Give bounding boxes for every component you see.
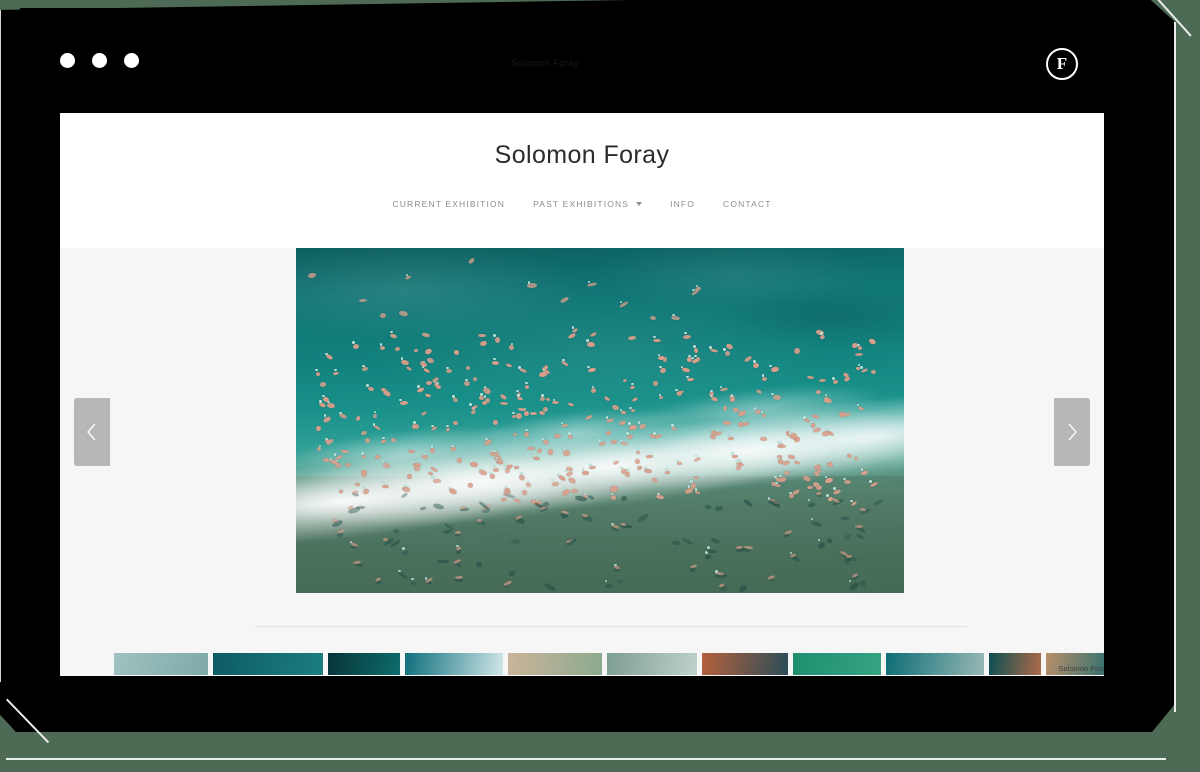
nav-item-info[interactable]: INFO bbox=[656, 199, 709, 209]
site-header: Solomon Foray CURRENT EXHIBITION PAST EX… bbox=[60, 113, 1104, 248]
browser-titlebar: Solomon Foray F bbox=[20, 8, 1104, 113]
thumb-1[interactable] bbox=[114, 653, 208, 675]
nav-item-current-exhibition[interactable]: CURRENT EXHIBITION bbox=[378, 199, 519, 209]
nav-label: INFO bbox=[670, 199, 696, 209]
swimmers-layer bbox=[296, 248, 904, 593]
nav-item-past-exhibitions[interactable]: PAST EXHIBITIONS bbox=[519, 199, 656, 209]
footer-note: Solomon Foray bbox=[1058, 666, 1104, 673]
thumb-7[interactable] bbox=[702, 653, 788, 675]
thumb-2[interactable] bbox=[213, 653, 323, 675]
mockup-stage: Solomon Foray F Solomon Foray CURRENT EX… bbox=[0, 0, 1200, 772]
nav-label: CURRENT EXHIBITION bbox=[392, 199, 506, 209]
thumb-9[interactable] bbox=[886, 653, 984, 675]
site-viewport: Solomon Foray CURRENT EXHIBITION PAST EX… bbox=[60, 113, 1104, 676]
brandmark-logo-icon: F bbox=[1046, 48, 1078, 80]
section-divider bbox=[255, 626, 967, 627]
browser-window: Solomon Foray F Solomon Foray CURRENT EX… bbox=[20, 8, 1104, 676]
browser-tab-label[interactable]: Solomon Foray bbox=[500, 56, 590, 70]
frame-bevel-inner bbox=[0, 10, 1, 682]
thumb-6[interactable] bbox=[607, 653, 697, 675]
thumb-10[interactable] bbox=[989, 653, 1041, 675]
maximize-button[interactable] bbox=[124, 53, 139, 68]
close-button[interactable] bbox=[60, 53, 75, 68]
page-title: Solomon Foray bbox=[494, 141, 670, 169]
thumb-8[interactable] bbox=[793, 653, 881, 675]
chevron-left-icon bbox=[87, 423, 96, 441]
frame-bevel-bottom bbox=[6, 758, 1166, 760]
thumbnail-strip[interactable] bbox=[60, 653, 1104, 676]
nav-item-contact[interactable]: CONTACT bbox=[709, 199, 786, 209]
thumb-5[interactable] bbox=[508, 653, 602, 675]
frame-bevel-right bbox=[1174, 22, 1176, 712]
chevron-right-icon bbox=[1068, 423, 1077, 441]
main-navigation: CURRENT EXHIBITION PAST EXHIBITIONS INFO… bbox=[60, 199, 1104, 209]
minimize-button[interactable] bbox=[92, 53, 107, 68]
thumb-3[interactable] bbox=[328, 653, 400, 675]
nav-label: CONTACT bbox=[723, 199, 772, 209]
slider-prev-button[interactable] bbox=[74, 398, 110, 466]
hero-image[interactable] bbox=[296, 248, 904, 593]
window-controls[interactable] bbox=[60, 53, 139, 68]
thumb-4[interactable] bbox=[405, 653, 503, 675]
slider-next-button[interactable] bbox=[1054, 398, 1090, 466]
image-slider: Solomon Foray bbox=[60, 248, 1104, 675]
chevron-down-icon bbox=[636, 202, 643, 206]
nav-label: PAST EXHIBITIONS bbox=[533, 199, 630, 209]
